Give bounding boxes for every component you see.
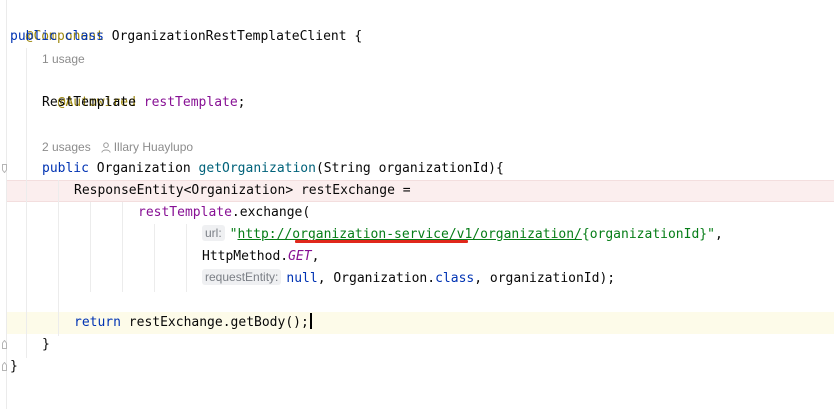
return-type: Organization: [96, 161, 191, 176]
string-quote: ": [229, 227, 238, 242]
type-resttemplate: RestTemplate: [42, 95, 136, 110]
author-name: Illary Huaylupo: [113, 140, 194, 154]
field-resttemplate-ref: restTemplate: [138, 205, 232, 220]
code-line[interactable]: }: [42, 334, 50, 356]
author-person-icon: [101, 138, 111, 160]
indent-guide: [186, 224, 187, 292]
method-params: (String organizationId){: [315, 161, 504, 176]
indent-guide: [26, 48, 27, 358]
close-brace: }: [42, 337, 50, 352]
code-line[interactable]: }: [10, 356, 18, 378]
keyword-null: null: [286, 271, 318, 286]
keyword-public: public: [42, 161, 89, 176]
code-line[interactable]: requestEntity: null, Organization.class, …: [202, 268, 615, 290]
code-line[interactable]: @Component: [10, 4, 104, 44]
param-hint-url: url:: [202, 225, 225, 241]
indent-guide: [58, 180, 59, 336]
keyword-class: class: [64, 29, 104, 44]
code-line[interactable]: HttpMethod.GET,: [202, 246, 319, 268]
comma: ,: [714, 227, 723, 242]
indent-guide: [154, 224, 155, 292]
fold-marker-icon[interactable]: [2, 362, 7, 371]
usage-count: 1 usage: [42, 52, 85, 66]
error-underline: [295, 240, 468, 243]
exchange-call: .exchange(: [231, 205, 311, 220]
field-resttemplate: restTemplate: [143, 95, 238, 110]
usage-hint[interactable]: 1 usage: [42, 48, 85, 70]
code-line[interactable]: ResponseEntity<Organization> restExchang…: [74, 180, 411, 202]
code-line[interactable]: @Autowired: [42, 70, 136, 110]
code-line[interactable]: return restExchange.getBody();: [74, 312, 312, 334]
method-name: getOrganization: [198, 161, 316, 176]
usage-count: 2 usages: [42, 140, 91, 154]
organization-ref: , Organization.: [317, 271, 436, 286]
code-line[interactable]: restTemplate.exchange(: [138, 202, 310, 224]
code-line[interactable]: public class OrganizationRestTemplateCli…: [10, 26, 362, 48]
indent-guide: [90, 202, 91, 292]
return-expression: restExchange.getBody();: [120, 315, 309, 330]
code-line[interactable]: public Organization getOrganization(Stri…: [42, 158, 504, 180]
comma: ,: [311, 249, 320, 264]
param-hint-request-entity: requestEntity:: [202, 269, 282, 285]
keyword-public: public: [10, 29, 57, 44]
text-caret: [309, 313, 312, 329]
keyword-class: class: [435, 271, 475, 286]
httpmethod-prefix: HttpMethod.: [202, 249, 289, 264]
class-name: OrganizationRestTemplateClient: [111, 29, 347, 44]
close-brace: }: [10, 359, 18, 374]
semicolon: ;: [237, 95, 246, 110]
string-tail: {organizationId}": [581, 227, 715, 242]
args-tail: , organizationId);: [474, 271, 616, 286]
code-line[interactable]: RestTemplate restTemplate;: [42, 92, 246, 114]
fold-marker-icon[interactable]: [2, 164, 7, 173]
response-entity-declaration: ResponseEntity<Organization> restExchang…: [74, 183, 411, 198]
indent-guide: [122, 202, 123, 292]
usage-author-hint[interactable]: 2 usages Illary Huaylupo: [42, 136, 193, 158]
fold-marker-icon[interactable]: [2, 340, 7, 349]
open-brace: {: [354, 29, 363, 44]
static-get: GET: [288, 249, 312, 264]
keyword-return: return: [74, 315, 121, 330]
